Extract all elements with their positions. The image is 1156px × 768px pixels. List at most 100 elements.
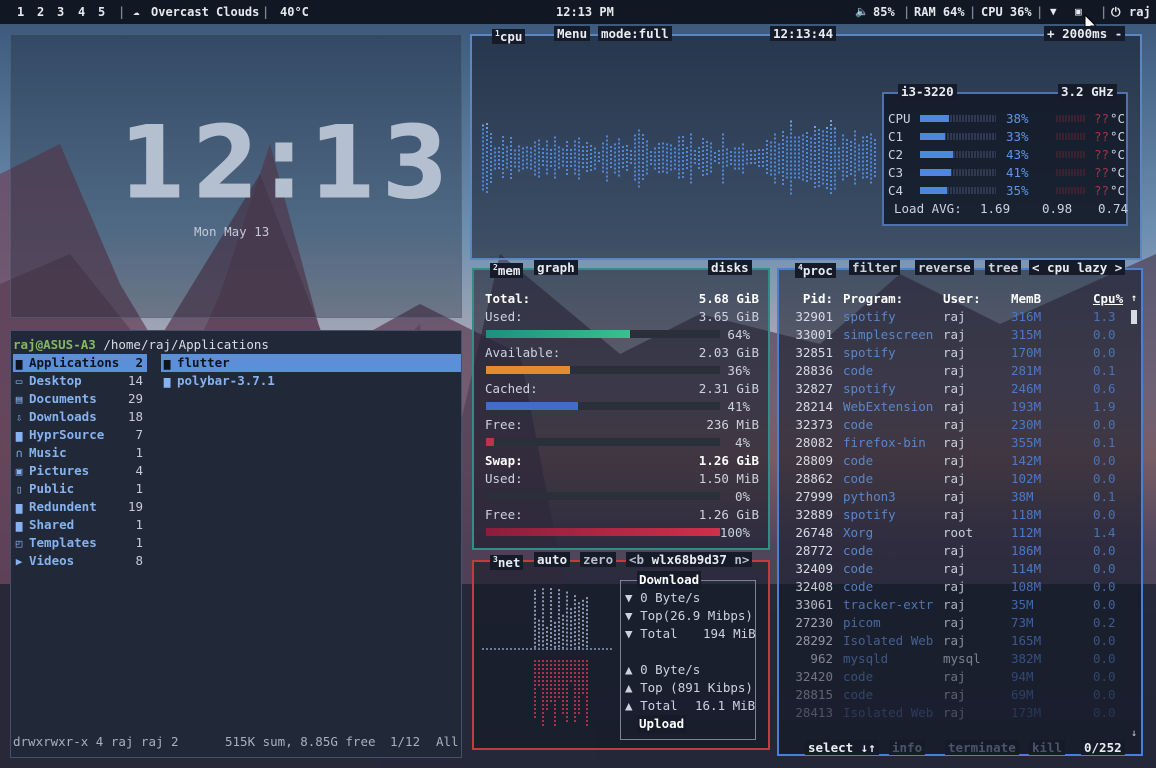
interface-selector[interactable]: <b wlx68b9d37 n>: [626, 552, 753, 568]
entry-flutter[interactable]: ▆ flutter: [161, 354, 461, 372]
dir-item-applications[interactable]: ▆ Applications 2: [13, 354, 147, 372]
zero-toggle[interactable]: zero: [580, 552, 617, 568]
process-row[interactable]: 32827 spotify raj 246M 0.6: [779, 380, 1141, 398]
info-button[interactable]: info: [889, 740, 926, 756]
interval-control[interactable]: + 2000ms -: [1044, 26, 1126, 42]
select-button[interactable]: select ↓↑: [805, 740, 879, 756]
process-row[interactable]: 27999 python3 raj 38M 0.1: [779, 488, 1141, 506]
process-user: raj: [943, 543, 966, 558]
core-temp-bar: [1056, 133, 1086, 140]
load-average: Load AVG: 1.69 0.98 0.74: [894, 200, 1128, 218]
process-row[interactable]: 28862 code raj 102M 0.0: [779, 470, 1141, 488]
process-row[interactable]: 28815 code raj 69M 0.0: [779, 686, 1141, 704]
user-header[interactable]: User:: [943, 290, 981, 308]
dir-item-videos[interactable]: ▶ Videos 8: [13, 552, 147, 570]
process-pid: 28862: [795, 471, 833, 486]
process-row[interactable]: 28413 Isolated Web raj 173M 0.0: [779, 704, 1141, 722]
entry-polybar[interactable]: ▆ polybar-3.7.1: [161, 372, 275, 390]
dir-item-hyprsource[interactable]: ▆ HyprSource 7: [13, 426, 147, 444]
filter-button[interactable]: filter: [849, 260, 901, 276]
headphones-icon: ∩: [15, 447, 23, 460]
process-row[interactable]: 28082 firefox-bin raj 355M 0.1: [779, 434, 1141, 452]
free-value: 236 MiB: [706, 417, 759, 432]
dir-item-public[interactable]: ▯ Public 1: [13, 480, 147, 498]
process-row[interactable]: 27230 picom raj 73M 0.2: [779, 614, 1141, 632]
temp-unit: °C: [1110, 183, 1126, 198]
process-row[interactable]: 32373 code raj 230M 0.0: [779, 416, 1141, 434]
workspace-1[interactable]: 1: [17, 0, 24, 24]
tree-button[interactable]: tree: [985, 260, 1022, 276]
user-name[interactable]: raj: [1129, 0, 1151, 24]
dir-item-redundent[interactable]: ▆ Redundent 19: [13, 498, 147, 516]
reverse-button[interactable]: reverse: [915, 260, 974, 276]
separator: |: [262, 5, 270, 19]
process-row[interactable]: 962 mysqld mysql 382M 0.0: [779, 650, 1141, 668]
process-row[interactable]: 32420 code raj 94M 0.0: [779, 668, 1141, 686]
temp-unit: °C: [1110, 147, 1126, 162]
scroll-down-icon[interactable]: ↓: [1131, 728, 1137, 739]
volume-level[interactable]: 85%: [873, 0, 895, 24]
status-permissions: drwxrwxr-x 4 raj raj 2: [13, 734, 179, 749]
terminate-button[interactable]: terminate: [945, 740, 1019, 756]
kill-button[interactable]: kill: [1029, 740, 1066, 756]
process-program: firefox-bin: [843, 435, 926, 450]
process-row[interactable]: 33001 simplescreen raj 315M 0.0: [779, 326, 1141, 344]
sort-selector[interactable]: < cpu lazy >: [1029, 260, 1126, 276]
process-row[interactable]: 32901 spotify raj 316M 1.3: [779, 308, 1141, 326]
dir-item-templates[interactable]: ◰ Templates 1: [13, 534, 147, 552]
ul-total: ▲ Total 16.1 MiB: [625, 698, 756, 713]
pid-header[interactable]: Pid:: [803, 290, 833, 308]
auto-toggle[interactable]: auto: [534, 552, 571, 568]
cpu-header[interactable]: Cpu%: [1093, 290, 1123, 308]
process-row[interactable]: 28836 code raj 281M 0.1: [779, 362, 1141, 380]
process-row[interactable]: 28809 code raj 142M 0.0: [779, 452, 1141, 470]
clock-text[interactable]: 12:13 PM: [556, 0, 614, 24]
big-clock: 12:13: [119, 104, 455, 222]
process-cpu: 1.4: [1093, 525, 1116, 540]
dir-count: 1: [135, 517, 143, 532]
process-row[interactable]: 32851 spotify raj 170M 0.0: [779, 344, 1141, 362]
process-row[interactable]: 28214 WebExtension raj 193M 1.9: [779, 398, 1141, 416]
graph-toggle[interactable]: graph: [534, 260, 578, 276]
mode-button[interactable]: mode:full: [598, 26, 672, 42]
dir-item-documents[interactable]: ▤ Documents 29: [13, 390, 147, 408]
process-mem: 94M: [1011, 669, 1034, 684]
power-icon[interactable]: ⏻: [1111, 0, 1121, 24]
dir-item-downloads[interactable]: ⇩ Downloads 18: [13, 408, 147, 426]
menu-button[interactable]: Menu: [554, 26, 591, 42]
core-row-c2: C2 43%?? °C: [888, 146, 1126, 164]
process-row[interactable]: 32889 spotify raj 118M 0.0: [779, 506, 1141, 524]
mem-header[interactable]: MemB: [1011, 290, 1041, 308]
workspace-2[interactable]: 2: [37, 0, 44, 24]
volume-icon[interactable]: 🔈: [855, 0, 869, 24]
workspace-3[interactable]: 3: [57, 0, 64, 24]
disks-toggle[interactable]: disks: [708, 260, 752, 276]
process-row[interactable]: 28772 code raj 186M 0.0: [779, 542, 1141, 560]
process-user: raj: [943, 327, 966, 342]
process-cpu: 0.0: [1093, 471, 1116, 486]
camera-icon[interactable]: ▣: [1075, 0, 1082, 24]
process-program: Isolated Web: [843, 633, 934, 648]
dir-count: 19: [127, 499, 143, 514]
process-row[interactable]: 32409 code raj 114M 0.0: [779, 560, 1141, 578]
dir-item-pictures[interactable]: ▣ Pictures 4: [13, 462, 147, 480]
dir-item-desktop[interactable]: ▭ Desktop 14: [13, 372, 147, 390]
process-row[interactable]: 26748 Xorg root 112M 1.4: [779, 524, 1141, 542]
process-row[interactable]: 28292 Isolated Web raj 165M 0.0: [779, 632, 1141, 650]
dir-item-shared[interactable]: ▆ Shared 1: [13, 516, 147, 534]
workspace-4[interactable]: 4: [78, 0, 85, 24]
program-header[interactable]: Program:: [843, 290, 903, 308]
workspace-5[interactable]: 5: [98, 0, 105, 24]
process-row[interactable]: 33061 tracker-extr raj 35M 0.0: [779, 596, 1141, 614]
process-row[interactable]: 32408 code raj 108M 0.0: [779, 578, 1141, 596]
core-temp-bar: [1056, 151, 1086, 158]
process-program: code: [843, 453, 874, 468]
wifi-icon[interactable]: ▼: [1050, 0, 1057, 24]
core-percent: 43%: [1006, 147, 1029, 162]
scrollbar-thumb[interactable]: [1131, 310, 1137, 324]
proc-panel: 4proc filter reverse tree < cpu lazy > P…: [777, 260, 1143, 756]
used-label: Used:: [485, 309, 523, 324]
dir-item-music[interactable]: ∩ Music 1: [13, 444, 147, 462]
cpu-title: 1cpu: [492, 26, 526, 45]
process-pid: 28772: [795, 543, 833, 558]
